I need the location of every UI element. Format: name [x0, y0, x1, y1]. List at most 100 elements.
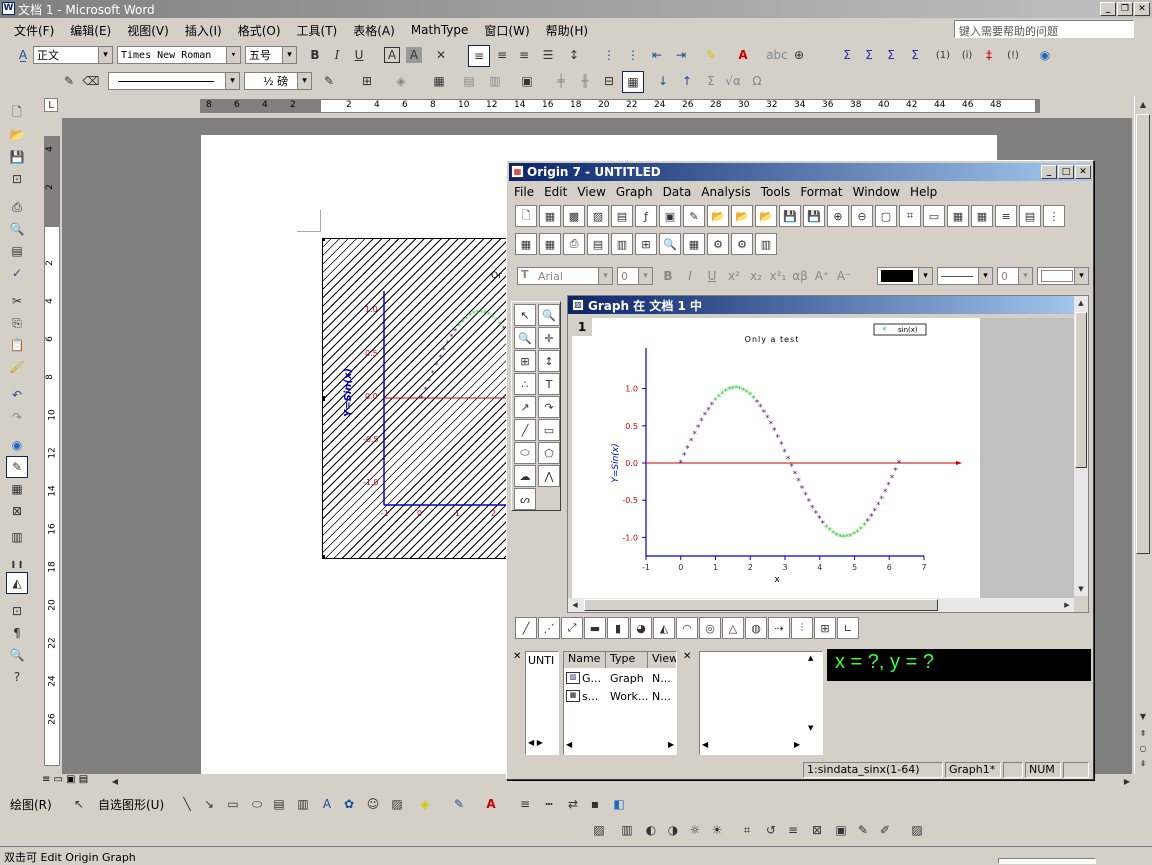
- insert-table-icon[interactable]: ▦: [428, 70, 450, 92]
- subscript-icon[interactable]: x₂: [745, 265, 767, 287]
- graph-scroll-down-icon[interactable]: ▼: [1074, 582, 1088, 596]
- line-icon[interactable]: ╲: [176, 793, 198, 815]
- clipart-icon[interactable]: ☺: [362, 793, 384, 815]
- origin-close-button[interactable]: ✕: [1075, 165, 1091, 179]
- origin-menu-data[interactable]: Data: [658, 185, 697, 199]
- ternary-plot-icon[interactable]: △: [722, 617, 744, 639]
- sum-icon[interactable]: Σ: [836, 44, 858, 66]
- merge-cells-icon[interactable]: ▤: [458, 70, 480, 92]
- less-brightness-icon[interactable]: ☀: [706, 819, 728, 841]
- origin-menu-analysis[interactable]: Analysis: [696, 185, 755, 199]
- permission-icon[interactable]: ⊡: [6, 168, 28, 190]
- open-project-icon[interactable]: 📂: [707, 205, 729, 227]
- distribute-rows-icon[interactable]: ╪: [550, 70, 572, 92]
- new-matrix-icon[interactable]: ▤: [611, 205, 633, 227]
- line-tool-icon[interactable]: ╱: [514, 419, 536, 441]
- custom-icon[interactable]: ⚙: [731, 233, 753, 255]
- graph-vscroll-thumb[interactable]: [1075, 312, 1087, 468]
- menu-insert[interactable]: 插入(I): [177, 22, 230, 39]
- origin-menu-file[interactable]: File: [509, 185, 539, 199]
- origin-minimize-button[interactable]: _: [1041, 165, 1057, 179]
- tree-scroll[interactable]: ◀ ▶: [528, 738, 543, 747]
- greek-icon[interactable]: αβ: [789, 265, 811, 287]
- text-tool-icon[interactable]: T: [538, 373, 560, 395]
- help-search-input[interactable]: 键入需要帮助的问题: [954, 20, 1134, 38]
- text-wrap-icon[interactable]: ▣: [830, 819, 852, 841]
- compress-icon[interactable]: ⊠: [806, 819, 828, 841]
- open-icon[interactable]: 📂: [6, 124, 28, 146]
- curved-arrow-icon[interactable]: ↷: [538, 396, 560, 418]
- new-project-icon[interactable]: 🗋: [515, 205, 537, 227]
- col-type[interactable]: Type: [606, 652, 648, 668]
- origin-menu-edit[interactable]: Edit: [539, 185, 572, 199]
- menu-edit[interactable]: 编辑(E): [62, 22, 119, 39]
- eq-number-icon[interactable]: (1): [932, 44, 954, 66]
- rectangle-icon[interactable]: ▭: [222, 793, 244, 815]
- data-selector-icon[interactable]: ⊞: [514, 350, 536, 372]
- explorer-close-icon[interactable]: ✕: [513, 651, 521, 662]
- layer-icon-e[interactable]: ▤: [1019, 205, 1041, 227]
- new-notes-icon[interactable]: ✎: [683, 205, 705, 227]
- view-buttons[interactable]: ≡ ▭ ▣ ▤: [42, 774, 88, 785]
- draw-table-pen-icon[interactable]: ✎: [58, 70, 80, 92]
- results-close-icon[interactable]: ✕: [683, 651, 691, 662]
- layer-icon-b[interactable]: ▦: [947, 205, 969, 227]
- arrow-icon[interactable]: ↘: [198, 793, 220, 815]
- reset-picture-icon[interactable]: ▨: [906, 819, 928, 841]
- formula-icon[interactable]: √α: [722, 70, 744, 92]
- drawing-icon[interactable]: ◭: [6, 572, 28, 594]
- split-cells-icon[interactable]: ▥: [484, 70, 506, 92]
- select-objects-icon[interactable]: ↖: [68, 793, 90, 815]
- set-transparent-icon[interactable]: ✐: [874, 819, 896, 841]
- numbering-icon[interactable]: ⋮: [598, 44, 620, 66]
- bar-plot-icon[interactable]: ▬: [584, 617, 606, 639]
- layer-icon-f[interactable]: ⋮: [1043, 205, 1065, 227]
- align-left-icon[interactable]: ≡: [468, 45, 490, 67]
- sort-desc-icon[interactable]: ↑: [676, 70, 698, 92]
- pie-plot-icon[interactable]: ◕: [630, 617, 652, 639]
- scatter-plot-icon[interactable]: ⋰: [538, 617, 560, 639]
- draw-menu[interactable]: 绘图(R): [10, 796, 52, 813]
- diagram-icon[interactable]: ✿: [338, 793, 360, 815]
- char-shading-icon[interactable]: A: [406, 47, 422, 63]
- tab-selector-icon[interactable]: L: [44, 98, 58, 112]
- new-doc-icon[interactable]: 🗋: [6, 102, 28, 124]
- freehand-tool-icon[interactable]: ᔕ: [514, 488, 536, 510]
- 3d-icon[interactable]: ◧: [608, 793, 630, 815]
- col-view[interactable]: View: [648, 652, 676, 668]
- zoom-out-page-icon[interactable]: ⊖: [851, 205, 873, 227]
- chart-bars-icon[interactable]: ╻╻: [6, 550, 28, 572]
- scroll-up-icon[interactable]: ▲: [1135, 96, 1151, 112]
- pic-line-style-icon[interactable]: ≡: [782, 819, 804, 841]
- template-plot-icon[interactable]: ∟: [837, 617, 859, 639]
- shading-color-icon[interactable]: ◈: [390, 70, 412, 92]
- embedded-handle-tl[interactable]: [323, 239, 325, 241]
- hscroll-right-icon[interactable]: ▶: [1116, 770, 1138, 792]
- menu-mathtype[interactable]: MathType: [403, 23, 477, 37]
- file-row[interactable]: ▦ s... Work... N...: [566, 690, 676, 703]
- worksheet-col-icon[interactable]: ▦: [515, 233, 537, 255]
- zoom-in-icon[interactable]: 🔍: [538, 304, 560, 326]
- scale-in-icon[interactable]: ∴: [514, 373, 536, 395]
- align-cell-icon[interactable]: ▣: [516, 70, 538, 92]
- file-row[interactable]: ▨ G... Graph N...: [566, 672, 676, 685]
- graph-scroll-left-icon[interactable]: ◀: [568, 598, 582, 612]
- columns-icon[interactable]: ▥: [6, 526, 28, 548]
- italic-icon[interactable]: I: [326, 44, 348, 66]
- font-combo[interactable]: Times New Roman: [117, 46, 241, 64]
- origin-color-combo[interactable]: [877, 267, 933, 285]
- folder-root[interactable]: UNTI: [528, 654, 554, 667]
- results-scroll-left[interactable]: ◀: [702, 740, 708, 749]
- align-right-icon[interactable]: ≡: [513, 44, 535, 66]
- wordart-icon[interactable]: A: [316, 793, 338, 815]
- new-layout-icon[interactable]: ▣: [659, 205, 681, 227]
- globe-icon[interactable]: ◉: [1034, 44, 1056, 66]
- menu-window[interactable]: 窗口(W): [476, 22, 537, 39]
- file-list-hscroll-right[interactable]: ▶: [668, 740, 674, 749]
- crop-icon[interactable]: ⌗: [736, 819, 758, 841]
- eq-number2-icon[interactable]: (i): [956, 44, 978, 66]
- origin-menu-help[interactable]: Help: [905, 185, 942, 199]
- origin-italic-icon[interactable]: I: [679, 265, 701, 287]
- draw-font-color-icon[interactable]: A: [480, 793, 502, 815]
- eq-insert-icon[interactable]: ‡: [978, 44, 1000, 66]
